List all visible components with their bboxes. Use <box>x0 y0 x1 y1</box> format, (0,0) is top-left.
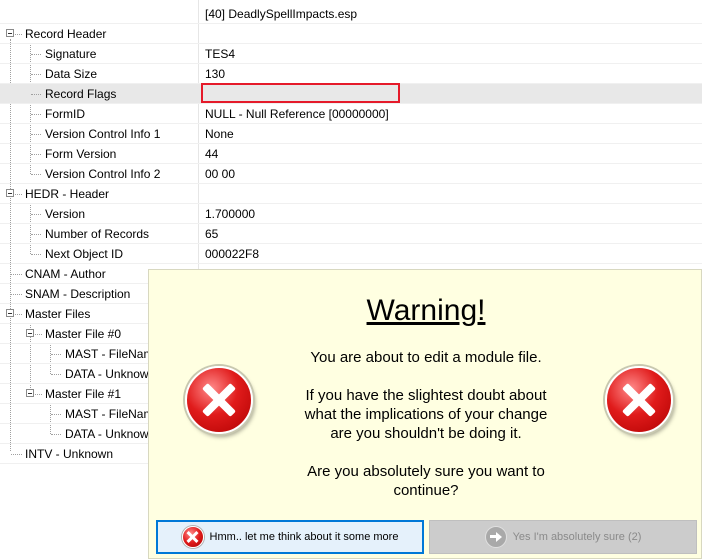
confirm-button[interactable]: Yes I'm absolutely sure (2) <box>429 520 697 554</box>
node-label: Data Size <box>45 67 98 81</box>
dialog-message-line: continue? <box>393 482 459 499</box>
tree-line <box>51 354 61 355</box>
tree-line <box>31 154 41 155</box>
tree-line <box>15 194 22 195</box>
collapse-icon[interactable] <box>6 189 14 197</box>
record-flags-highlight <box>201 83 400 103</box>
tree-line <box>51 434 61 435</box>
collapse-icon[interactable] <box>26 329 34 337</box>
error-icon <box>605 366 673 434</box>
tree-line <box>35 334 42 335</box>
node-value: 130 <box>205 67 226 81</box>
node-label: SNAM - Description <box>25 287 131 301</box>
node-label: Version <box>45 207 86 221</box>
tree-line <box>15 314 22 315</box>
file-name: [40] DeadlySpellImpacts.esp <box>205 7 358 21</box>
dialog-message-line: If you have the slightest doubt about <box>305 387 547 404</box>
tree-node-formid[interactable]: FormID NULL - Null Reference [00000000] <box>0 104 702 124</box>
node-value: 000022F8 <box>205 247 260 261</box>
tree-node-record-header[interactable]: Record Header <box>0 24 702 44</box>
tree-line <box>31 174 41 175</box>
node-value: 1.700000 <box>205 207 256 221</box>
tree-node-version-control-info-2[interactable]: Version Control Info 2 00 00 <box>0 164 702 184</box>
dialog-message-line: Are you absolutely sure you want to <box>307 463 545 480</box>
tree-line <box>11 274 22 275</box>
node-label: Record Header <box>25 27 107 41</box>
node-label: MAST - FileNam <box>65 347 154 361</box>
collapse-icon[interactable] <box>6 29 14 37</box>
error-icon <box>185 366 253 434</box>
tree-line <box>31 74 41 75</box>
node-label: Record Flags <box>45 87 117 101</box>
node-label: Master Files <box>25 307 91 321</box>
tree-line <box>31 114 41 115</box>
node-label: HEDR - Header <box>25 187 110 201</box>
node-label: DATA - Unknow <box>65 427 149 441</box>
tree-node-data-size[interactable]: Data Size 130 <box>0 64 702 84</box>
tree-line <box>51 374 61 375</box>
tree-line <box>31 234 41 235</box>
node-value: 44 <box>205 147 219 161</box>
error-icon <box>181 526 204 548</box>
tree-line <box>31 134 41 135</box>
node-label: CNAM - Author <box>25 267 106 281</box>
tree-line <box>31 94 41 95</box>
file-header-row[interactable]: [40] DeadlySpellImpacts.esp <box>0 4 702 24</box>
confirm-button-label: Yes I'm absolutely sure (2) <box>512 531 642 543</box>
cancel-button-label: Hmm.. let me think about it some more <box>209 531 399 543</box>
node-label: Master File #1 <box>45 387 122 401</box>
cancel-button[interactable]: Hmm.. let me think about it some more <box>156 520 424 554</box>
node-label: INTV - Unknown <box>25 447 114 461</box>
tree-line <box>51 414 61 415</box>
arrow-right-icon <box>484 526 507 548</box>
tree-line <box>31 254 41 255</box>
collapse-icon[interactable] <box>26 389 34 397</box>
tree-node-form-version[interactable]: Form Version 44 <box>0 144 702 164</box>
tree-line <box>31 54 41 55</box>
tree-node-number-of-records[interactable]: Number of Records 65 <box>0 224 702 244</box>
tree-line <box>15 34 22 35</box>
node-value: NULL - Null Reference [00000000] <box>205 107 389 121</box>
node-value: 00 00 <box>205 167 236 181</box>
node-value: 65 <box>205 227 219 241</box>
tree-line <box>31 214 41 215</box>
node-label: FormID <box>45 107 85 121</box>
tree-node-hedr[interactable]: HEDR - Header <box>0 184 702 204</box>
dialog-message-line: what the implications of your change <box>304 406 548 423</box>
node-label: Number of Records <box>45 227 150 241</box>
node-label: MAST - FileNam <box>65 407 154 421</box>
dialog-title: Warning! <box>366 294 486 327</box>
node-label: Version Control Info 1 <box>45 127 161 141</box>
node-label: Next Object ID <box>45 247 124 261</box>
node-label: Version Control Info 2 <box>45 167 161 181</box>
tree-node-version-control-info-1[interactable]: Version Control Info 1 None <box>0 124 702 144</box>
node-value: None <box>205 127 234 141</box>
collapse-icon[interactable] <box>6 309 14 317</box>
tree-node-version[interactable]: Version 1.700000 <box>0 204 702 224</box>
node-label: Form Version <box>45 147 117 161</box>
warning-dialog: Warning! You are about to edit a module … <box>148 269 702 559</box>
node-label: Master File #0 <box>45 327 122 341</box>
dialog-message-line: You are about to edit a module file. <box>310 349 542 366</box>
tree-node-next-object-id[interactable]: Next Object ID 000022F8 <box>0 244 702 264</box>
tree-line <box>11 294 22 295</box>
dialog-message-line: are you shouldn't be doing it. <box>330 425 522 442</box>
tree-node-signature[interactable]: Signature TES4 <box>0 44 702 64</box>
tree-line <box>35 394 42 395</box>
tree-line <box>11 454 22 455</box>
node-value: TES4 <box>205 47 236 61</box>
node-label: Signature <box>45 47 97 61</box>
node-label: DATA - Unknow <box>65 367 149 381</box>
